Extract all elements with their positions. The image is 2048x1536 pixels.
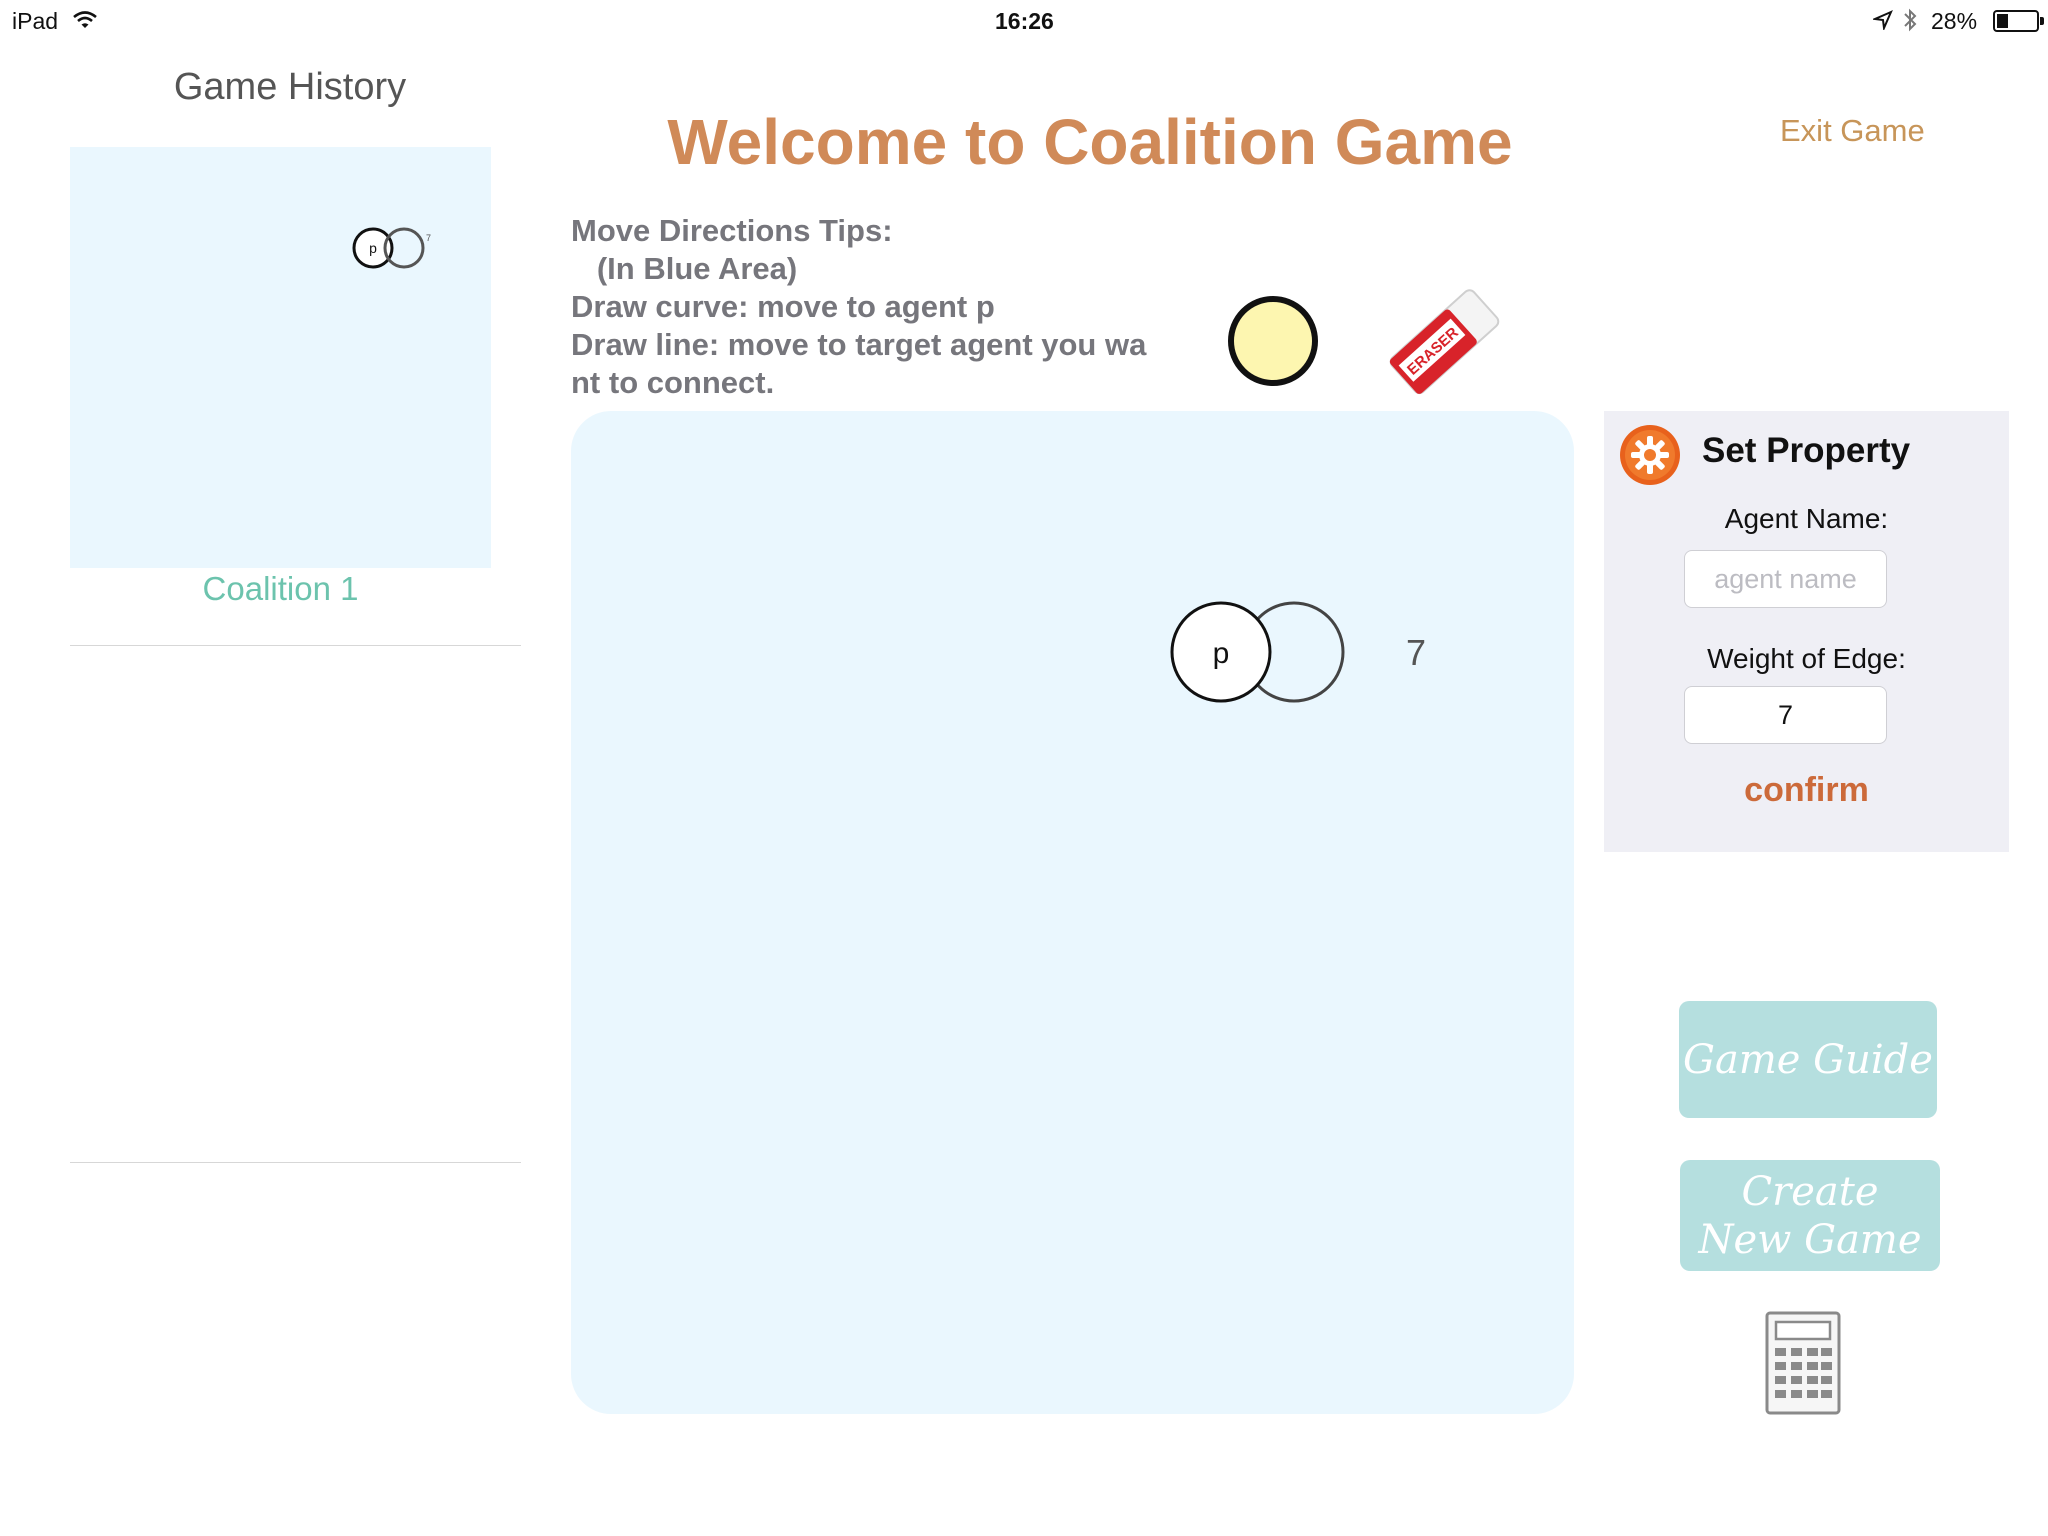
calculator-icon[interactable] [1765, 1311, 1841, 1415]
tips-line: (In Blue Area) [571, 251, 798, 286]
thumbnail-weight-label: 7 [426, 233, 431, 243]
coalition-thumbnail[interactable]: p 7 [70, 147, 491, 568]
agent-name-input[interactable] [1684, 550, 1887, 608]
coalition-label[interactable]: Coalition 1 [70, 570, 491, 608]
sidebar-divider [70, 1162, 521, 1163]
status-time: 16:26 [995, 8, 1054, 34]
sidebar-divider [70, 645, 521, 646]
tips-line: nt to connect. [571, 365, 775, 400]
status-device: iPad [12, 8, 59, 34]
thumbnail-graph: p 7 [352, 227, 431, 269]
create-new-game-button[interactable]: Create New Game [1680, 1160, 1940, 1271]
tips-line: Draw line: move to target agent you wa [571, 327, 1147, 362]
weight-label: Weight of Edge: [1707, 643, 1906, 674]
agent-node-label: p [1213, 637, 1230, 670]
canvas-graph: p 7 [1170, 601, 1426, 703]
thumbnail-agent-label: p [369, 240, 377, 256]
page-title: Welcome to Coalition Game [667, 106, 1513, 178]
weight-input[interactable] [1684, 686, 1887, 744]
exit-game-button[interactable]: Exit Game [1780, 113, 1925, 149]
drawing-canvas[interactable]: p 7 [571, 411, 1574, 1414]
confirm-button[interactable]: confirm [1604, 771, 2009, 810]
location-icon [1873, 10, 1893, 30]
agent-name-label: Agent Name: [1724, 503, 1889, 534]
panel-title: Set Property [1702, 431, 1911, 470]
tips-line: Draw curve: move to agent p [571, 289, 995, 324]
game-guide-label: Game Guide [1683, 1036, 1933, 1083]
battery-icon [1993, 10, 2044, 32]
create-game-label-line1: Create [1741, 1168, 1879, 1215]
sidebar-title: Game History [173, 66, 407, 108]
battery-percent: 28% [1931, 8, 1978, 34]
edge-weight-label: 7 [1406, 632, 1426, 673]
gear-icon [1620, 425, 1680, 485]
tips-line: Move Directions Tips: [571, 213, 893, 248]
game-guide-button[interactable]: Game Guide [1679, 1001, 1937, 1118]
bluetooth-icon [1904, 8, 1917, 32]
wifi-icon [73, 11, 97, 28]
move-directions-tips: Move Directions Tips: (In Blue Area) Dra… [571, 212, 1191, 402]
node-tool-circle-icon[interactable] [1226, 294, 1320, 388]
eraser-icon[interactable]: ERASER [1378, 278, 1508, 408]
create-game-label-line2: New Game [1698, 1216, 1922, 1263]
